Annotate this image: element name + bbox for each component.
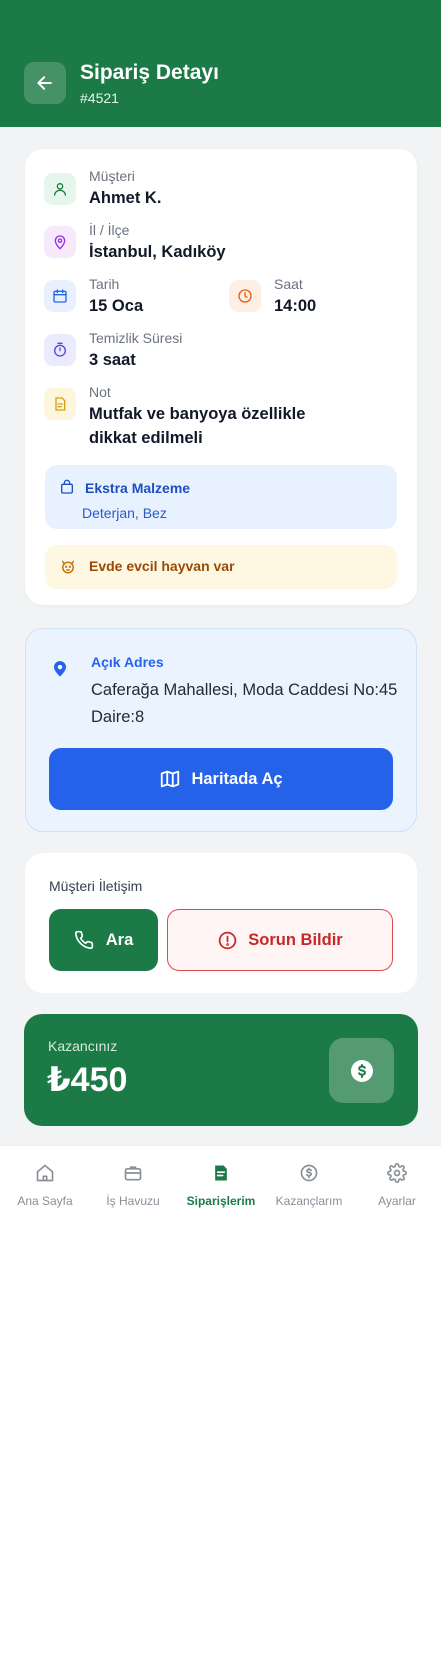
pet-notice-text: Evde evcil hayvan var [89, 558, 235, 574]
nav-item-orders[interactable]: Siparişlerim [177, 1146, 265, 1219]
nav-item-settings[interactable]: Ayarlar [353, 1146, 441, 1219]
duration-value: 3 saat [89, 351, 136, 369]
nav-item-job-pool[interactable]: İş Havuzu [89, 1146, 177, 1219]
page-header: Sipariş Detayı #4521 [0, 0, 441, 127]
customer-contact-card: Müşteri İletişim Ara Sorun Bildir [25, 853, 417, 993]
pet-icon [62, 560, 74, 574]
customer-value: Ahmet K. [89, 189, 162, 207]
location-pin-icon [44, 226, 76, 258]
address-value: Caferağa Mahallesi, Moda Caddesi No:45 D… [91, 677, 401, 731]
note-label: Not [89, 384, 111, 400]
time-value: 14:00 [274, 297, 317, 315]
shopping-bag-icon [61, 479, 73, 494]
report-issue-label: Sorun Bildir [248, 930, 343, 949]
nav-item-home[interactable]: Ana Sayfa [1, 1146, 89, 1219]
user-icon [44, 173, 76, 205]
phone-icon [74, 930, 93, 950]
clock-icon [229, 280, 261, 312]
alert-circle-icon [219, 931, 237, 949]
briefcase-icon [122, 1162, 144, 1184]
order-number: #4521 [80, 90, 119, 106]
customer-label: Müşteri [89, 168, 135, 184]
nav-label-settings: Ayarlar [378, 1194, 416, 1208]
earnings-icon-box [329, 1038, 394, 1103]
order-details-card: Müşteri Ahmet K. İl / İlçe İstanbul, Kad… [25, 149, 417, 605]
nav-label-earnings: Kazançlarım [275, 1194, 343, 1208]
page-title: Sipariş Detayı [80, 61, 219, 84]
address-label: Açık Adres [91, 654, 164, 670]
note-icon [44, 388, 76, 420]
nav-item-earnings[interactable]: Kazançlarım [265, 1146, 353, 1219]
address-card: Açık Adres Caferağa Mahallesi, Moda Cadd… [25, 628, 417, 832]
orders-icon [210, 1162, 232, 1184]
extra-supplies-title: Ekstra Malzeme [85, 480, 191, 496]
address-line2: Daire:8 [91, 708, 145, 726]
earnings-value: ₺450 [47, 1061, 128, 1099]
nav-label-home: Ana Sayfa [17, 1194, 73, 1208]
note-value-line1: Mutfak ve banyoya özellikle [89, 405, 306, 423]
report-issue-button[interactable]: Sorun Bildir [167, 909, 393, 971]
date-value: 15 Oca [89, 297, 144, 315]
open-map-button[interactable]: Haritada Aç [49, 748, 393, 810]
call-button-label: Ara [105, 930, 134, 949]
location-pin-icon [54, 661, 66, 677]
earnings-card: Kazancınız ₺450 [24, 1014, 418, 1126]
gear-icon [386, 1162, 408, 1184]
pet-notice: Evde evcil hayvan var [45, 545, 397, 589]
nav-label-job-pool: İş Havuzu [106, 1194, 160, 1208]
open-map-label: Haritada Aç [191, 769, 283, 788]
location-value: İstanbul, Kadıköy [89, 243, 226, 261]
call-button[interactable]: Ara [49, 909, 158, 971]
map-icon [161, 770, 180, 788]
duration-label: Temizlik Süresi [89, 330, 183, 346]
dollar-coin-icon [350, 1059, 373, 1082]
extra-supplies-box: Ekstra Malzeme Deterjan, Bez [45, 465, 397, 529]
calendar-icon [44, 280, 76, 312]
back-button[interactable] [24, 62, 66, 104]
earnings-label: Kazancınız [48, 1038, 118, 1054]
bottom-navigation: Ana Sayfa İş Havuzu Siparişlerim Kazançl… [0, 1145, 441, 1218]
time-label: Saat [274, 276, 303, 292]
location-label: İl / İlçe [89, 222, 130, 238]
nav-label-orders: Siparişlerim [186, 1194, 256, 1208]
note-value-line2: dikkat edilmeli [89, 429, 203, 447]
timer-icon [44, 334, 76, 366]
extra-supplies-value: Deterjan, Bez [82, 505, 167, 521]
contact-label: Müşteri İletişim [49, 878, 143, 894]
address-line1: Caferağa Mahallesi, Moda Caddesi No:45 [91, 681, 398, 699]
arrow-left-icon [37, 76, 52, 90]
coin-icon [298, 1162, 320, 1184]
date-label: Tarih [89, 276, 120, 292]
home-icon [34, 1162, 56, 1184]
